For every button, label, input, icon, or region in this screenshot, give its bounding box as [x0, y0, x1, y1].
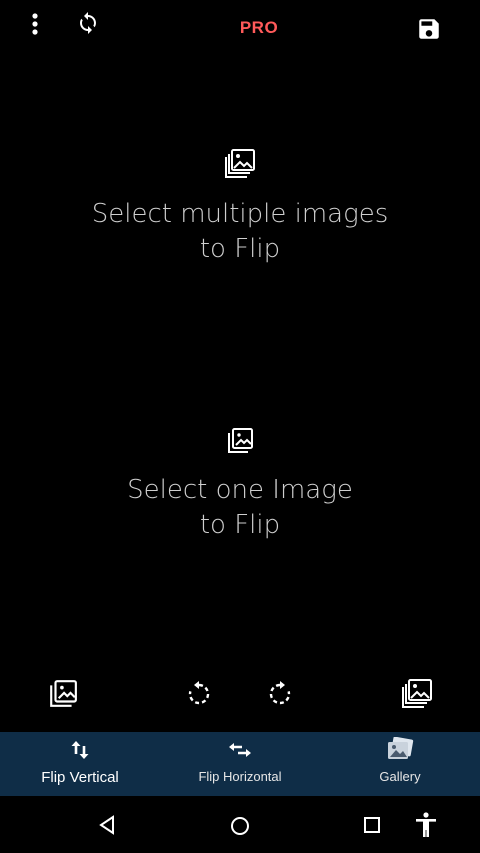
tab-flip-vertical[interactable]: Flip Vertical [0, 732, 160, 796]
swap-horiz-icon [228, 738, 252, 762]
multi-prompt-line1: Select multiple images [91, 199, 389, 229]
tab-label: Gallery [379, 769, 421, 784]
multi-select-prompt[interactable]: Select multiple images to Flip [0, 197, 480, 267]
recents-icon[interactable] [359, 812, 385, 838]
photo-icon [50, 680, 77, 707]
more-vert-icon[interactable] [22, 10, 48, 38]
photo-icon[interactable] [224, 425, 256, 457]
tab-flip-horizontal[interactable]: Flip Horizontal [160, 732, 320, 796]
tab-label: Flip Vertical [41, 769, 119, 786]
back-icon[interactable] [94, 812, 120, 838]
save-icon[interactable] [414, 14, 444, 44]
select-image-button[interactable] [46, 678, 80, 710]
home-icon[interactable] [226, 812, 254, 840]
system-navigation-bar [0, 796, 480, 853]
single-prompt-line2: to Flip [199, 510, 281, 540]
rotate-left-icon[interactable] [183, 677, 215, 711]
gallery-icon [386, 737, 414, 762]
photo-library-icon [402, 679, 432, 708]
pro-badge[interactable]: PRO [200, 18, 318, 38]
accessibility-icon[interactable] [412, 810, 440, 840]
tab-gallery[interactable]: Gallery [320, 732, 480, 796]
select-multiple-button[interactable] [398, 676, 436, 712]
tab-label: Flip Horizontal [198, 769, 282, 784]
single-select-prompt[interactable]: Select one Image to Flip [0, 473, 480, 543]
photo-library-icon[interactable] [221, 146, 259, 182]
top-bar: PRO [0, 0, 480, 56]
multi-prompt-line2: to Flip [199, 234, 281, 264]
swap-vert-icon [70, 738, 90, 762]
bottom-navigation: Flip Vertical Flip Horizontal Gallery [0, 732, 480, 796]
sync-icon[interactable] [74, 8, 102, 38]
single-prompt-line1: Select one Image [127, 475, 353, 505]
rotate-right-icon[interactable] [264, 677, 296, 711]
